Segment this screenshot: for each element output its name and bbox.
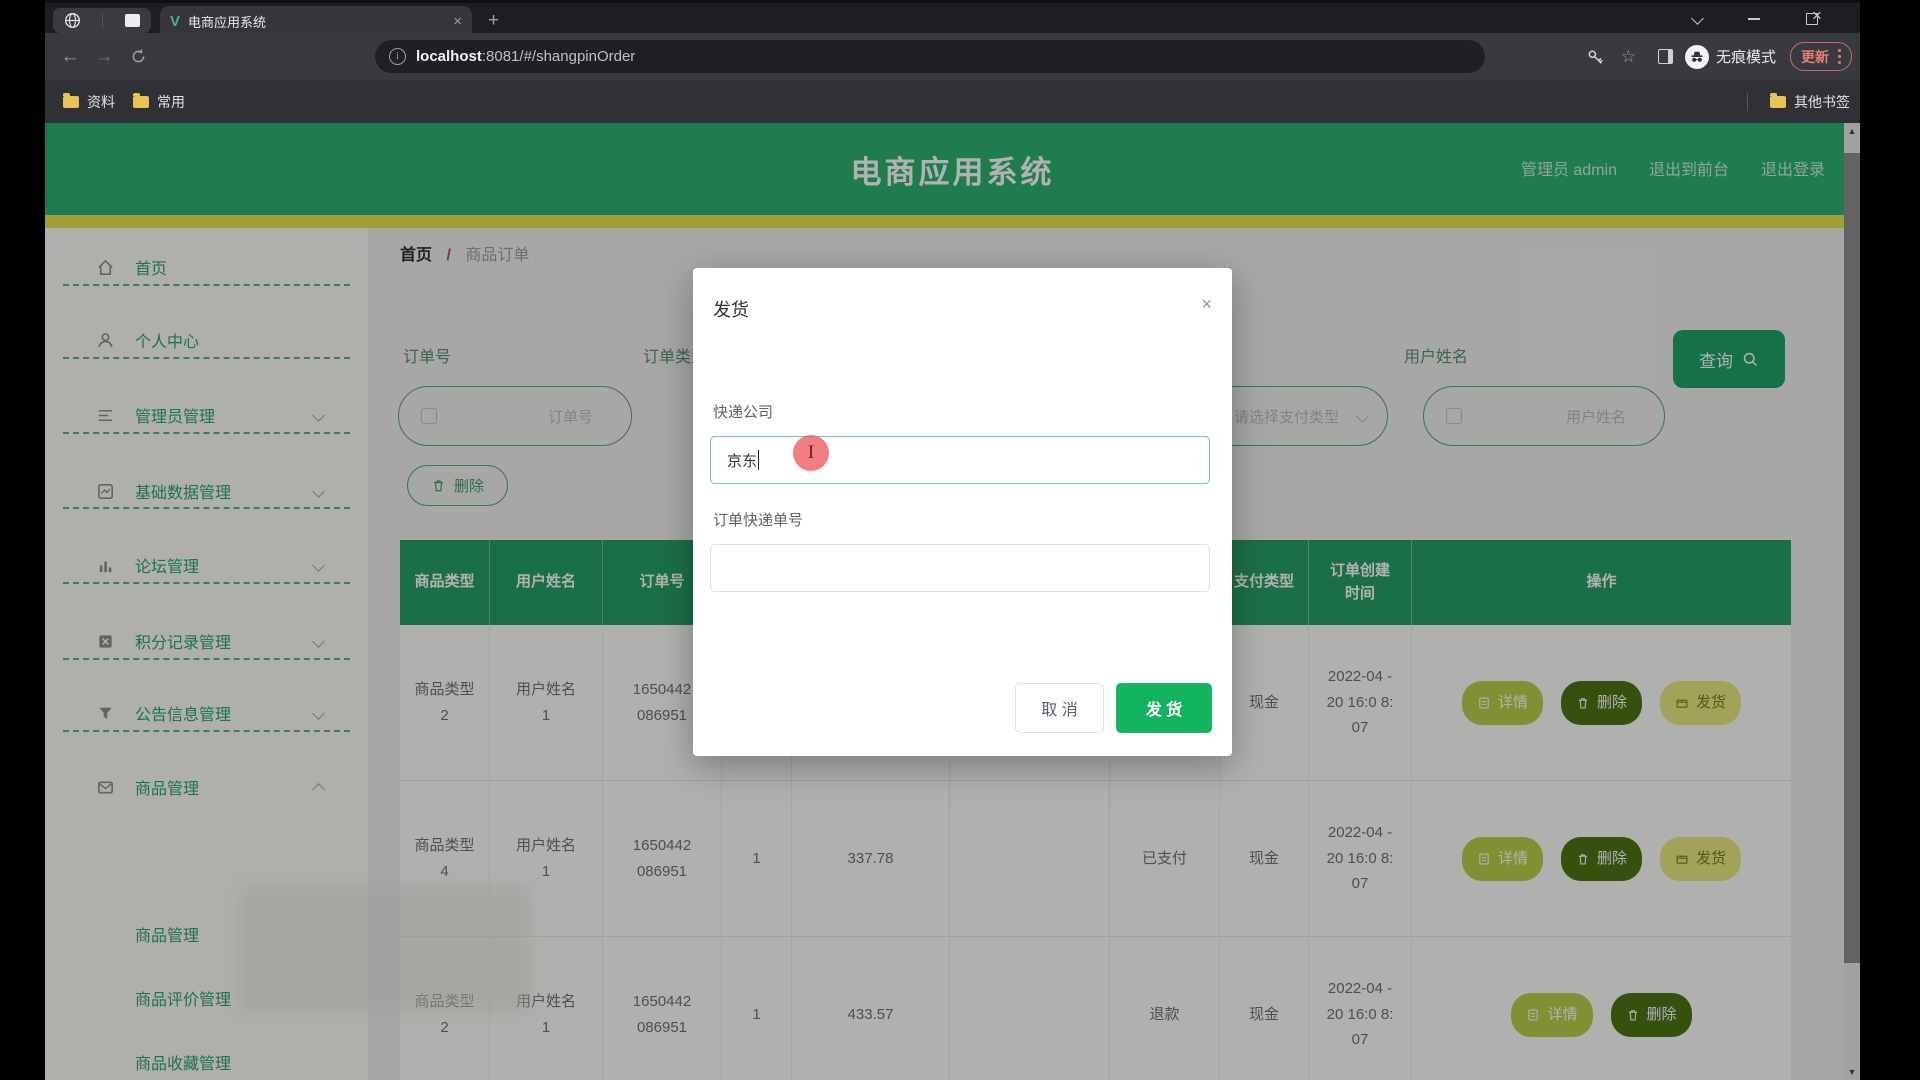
vue-favicon-icon: V xyxy=(170,13,180,30)
tab-title: 电商应用系统 xyxy=(188,12,445,31)
confirm-ship-button[interactable]: 发 货 xyxy=(1116,683,1212,733)
ship-dialog: 发货 × 快递公司 京东 订单快递单号 取 消 发 货 Ι xyxy=(693,268,1232,756)
close-icon[interactable]: × xyxy=(1201,294,1212,315)
key-icon[interactable] xyxy=(1587,48,1605,66)
forward-button[interactable]: → xyxy=(87,46,121,68)
dialog-title: 发货 xyxy=(713,296,749,322)
blurred-watermark xyxy=(240,885,530,1013)
tab-close-icon[interactable]: × xyxy=(453,13,462,30)
side-panel-icon[interactable] xyxy=(1658,49,1673,64)
close-window-button[interactable]: × xyxy=(1812,11,1860,21)
update-label[interactable]: 更新 xyxy=(1801,47,1829,67)
pinned-tabs[interactable] xyxy=(53,8,151,33)
bookmarks-bar: 资料 常用 其他书签 xyxy=(45,80,1860,123)
pinned-divider xyxy=(102,13,103,28)
folder-icon xyxy=(63,96,79,108)
tracking-input[interactable] xyxy=(710,544,1210,592)
active-tab[interactable]: V 电商应用系统 × xyxy=(160,6,472,36)
minimize-button[interactable] xyxy=(1748,18,1760,20)
courier-value: 京东 xyxy=(727,450,757,471)
other-bookmarks[interactable]: 其他书签 xyxy=(1794,92,1850,112)
text-caret xyxy=(758,450,759,470)
blank-favicon-icon xyxy=(125,14,140,27)
tracking-label: 订单快递单号 xyxy=(713,509,803,530)
url-path: :8081/#/shangpinOrder xyxy=(482,48,635,65)
bookmark-folder-changyong[interactable]: 常用 xyxy=(157,92,185,112)
tab-strip: V 电商应用系统 × + × xyxy=(45,0,1860,36)
folder-icon xyxy=(1770,96,1786,108)
back-button[interactable]: ← xyxy=(53,46,87,68)
window-menu-caret-icon[interactable] xyxy=(1693,17,1702,23)
reload-button[interactable] xyxy=(121,48,155,65)
page-viewport: 电商应用系统 管理员 admin 退出到前台 退出登录 首页 个人中心 管理员 xyxy=(45,123,1860,1080)
globe-icon xyxy=(64,12,81,29)
incognito-icon xyxy=(1685,45,1709,69)
incognito-label: 无痕模式 xyxy=(1716,46,1776,67)
bookmarks-divider xyxy=(1747,93,1748,111)
click-highlight-cursor: Ι xyxy=(793,435,829,471)
bookmark-star-icon[interactable]: ☆ xyxy=(1621,47,1636,67)
browser-toolbar: ← → i localhost:8081/#/shangpinOrder ☆ 无… xyxy=(45,33,1860,80)
browser-window: V 电商应用系统 × + × ← → i localhost:8081/#/sh… xyxy=(45,0,1860,1080)
url-host: localhost xyxy=(416,48,482,65)
cancel-button[interactable]: 取 消 xyxy=(1015,683,1104,733)
courier-input[interactable]: 京东 xyxy=(710,436,1210,484)
bookmark-folder-ziliao[interactable]: 资料 xyxy=(87,92,115,112)
url-text: localhost:8081/#/shangpinOrder xyxy=(416,48,635,65)
update-chip[interactable]: 更新 xyxy=(1790,42,1852,71)
address-bar[interactable]: i localhost:8081/#/shangpinOrder xyxy=(375,40,1485,73)
folder-icon xyxy=(133,96,149,108)
new-tab-button[interactable]: + xyxy=(488,10,499,32)
site-info-icon[interactable]: i xyxy=(389,48,406,65)
menu-dots-icon[interactable] xyxy=(1838,55,1841,58)
courier-label: 快递公司 xyxy=(713,401,773,422)
